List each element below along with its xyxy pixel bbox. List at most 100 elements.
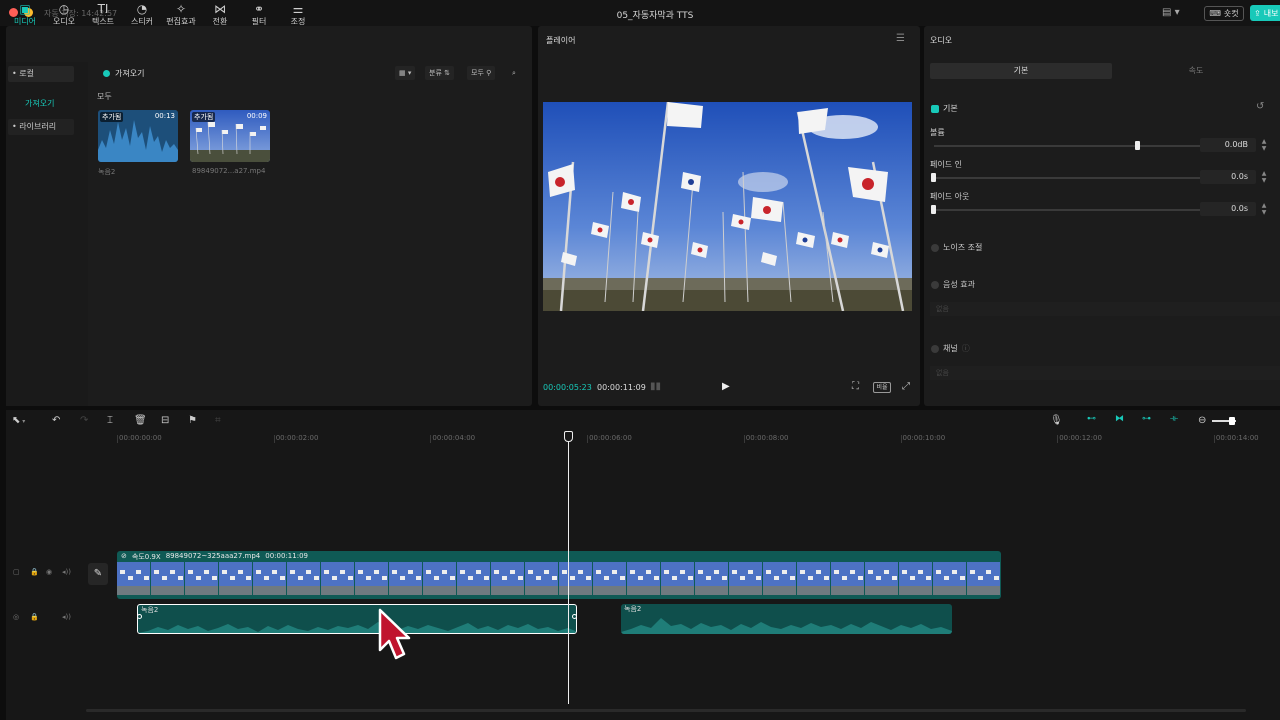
tab-tool-7[interactable]: ⚌ 조정 (279, 2, 317, 27)
trim-handle-left[interactable] (137, 614, 142, 619)
timecode-grid-icon[interactable]: ▮▮ (650, 381, 661, 392)
fade-in-stepper-icon[interactable]: ▲ ▼ (1259, 170, 1269, 184)
fade-in-slider-knob[interactable] (931, 173, 936, 182)
basic-section-toggle[interactable]: 기본 (931, 103, 958, 114)
reset-icon[interactable]: ↺ (1256, 101, 1264, 112)
film-frame (423, 562, 456, 595)
total-timecode: 00:00:11:09 (597, 383, 646, 392)
marker-icon[interactable]: ⚑ (188, 415, 197, 426)
volume-value[interactable]: 0.0dB (1200, 138, 1256, 152)
export-button[interactable]: ⇪ 내보 (1250, 5, 1280, 21)
volume-stepper-icon[interactable]: ▲ ▼ (1259, 138, 1269, 152)
film-frame (491, 562, 524, 595)
sidebar-item-library[interactable]: • 라이브러리 (8, 119, 74, 135)
clip-filmstrip (117, 562, 1000, 595)
film-frame (287, 562, 320, 595)
playhead-handle[interactable] (564, 431, 573, 442)
ratio-button[interactable]: 비율 (873, 382, 891, 393)
timeline-scrollbar[interactable] (86, 709, 1246, 712)
redo-icon[interactable]: ↷ (80, 415, 88, 426)
cover-icon[interactable]: ▢ (13, 568, 20, 576)
delete-icon[interactable]: 🗑 (134, 415, 147, 426)
fit-screen-icon[interactable]: ⛶ (852, 381, 859, 392)
split-icon[interactable]: ⌶ (107, 415, 113, 426)
layout-icon[interactable]: ▤ ▾ (1162, 7, 1184, 19)
video-clip[interactable]: ⊘ 속도0.9X 89849072~325aaa27.mp4 00:00:11:… (117, 551, 1001, 599)
fade-in-value[interactable]: 0.0s (1200, 170, 1256, 184)
preview-axis-icon[interactable]: ⟛ (1170, 414, 1178, 424)
film-frame (933, 562, 966, 595)
tab-tool-0[interactable]: ▣ 미디어 (6, 2, 44, 27)
crop-icon[interactable]: ⌗ (215, 415, 221, 426)
volume-slider-knob[interactable] (1134, 141, 1140, 150)
film-frame (525, 562, 558, 595)
audio-clip-selected[interactable]: 녹음2 (137, 604, 577, 634)
menu-icon[interactable]: ☰ (896, 33, 905, 44)
voice-effect-toggle[interactable]: 음성 효과 (931, 279, 975, 290)
tab-tool-3[interactable]: ◔ 스티커 (123, 2, 161, 27)
tab-speed[interactable]: 속도 (1112, 63, 1280, 79)
volume-slider[interactable] (934, 145, 1208, 147)
filter-button[interactable]: 모두 ⚲ (467, 66, 496, 80)
audio-track-icon[interactable]: ◎ (13, 613, 19, 621)
tab-basic[interactable]: 기본 (930, 63, 1112, 79)
link-track-icon[interactable]: ⊷ (1087, 414, 1096, 424)
speaker-icon[interactable]: ◂)) (62, 568, 71, 576)
tab-tool-2[interactable]: TI 텍스트 (84, 2, 122, 27)
media-item-video[interactable]: 추가됨 00:09 (190, 110, 270, 162)
import-button[interactable]: 가져오기 (103, 68, 144, 79)
video-preview[interactable] (543, 102, 912, 311)
noise-section-toggle[interactable]: 노이즈 조절 (931, 242, 982, 253)
tab-tool-6[interactable]: ⚭ 필터 (240, 2, 278, 27)
added-badge: 추가됨 (192, 112, 216, 122)
select-tool-icon[interactable]: ⬉ ▾ (12, 415, 25, 426)
media-item-name: 녹음2 (98, 168, 116, 176)
tab-tool-1[interactable]: ◷ 오디오 (45, 2, 83, 27)
lock-icon[interactable]: 🔒 (30, 568, 39, 576)
zoom-slider-knob[interactable] (1229, 417, 1235, 425)
search-button[interactable]: ⌕ (508, 66, 520, 80)
media-item-audio[interactable]: 추가됨 00:13 (98, 110, 178, 162)
tab-tool-5[interactable]: ⋈ 전환 (201, 2, 239, 27)
film-frame (627, 562, 660, 595)
trim-handle-right[interactable] (572, 614, 577, 619)
playhead-line[interactable] (568, 432, 569, 704)
lock-icon[interactable]: 🔒 (30, 613, 39, 621)
voice-effect-field[interactable]: 없음 (930, 302, 1280, 316)
film-frame (729, 562, 762, 595)
fade-in-slider[interactable] (934, 177, 1208, 179)
ruler-label: 00:00:10:00 (902, 434, 946, 442)
channel-toggle[interactable]: 채널 ⓘ (931, 343, 970, 354)
fade-out-slider[interactable] (934, 209, 1208, 211)
export-label: 내보 (1263, 8, 1279, 18)
zoom-out-icon[interactable]: ⊖ (1198, 415, 1206, 426)
fade-out-stepper-icon[interactable]: ▲ ▼ (1259, 202, 1269, 216)
sidebar-item-import[interactable]: 가져오기 (8, 96, 74, 112)
channel-field[interactable]: 없음 (930, 366, 1280, 380)
audio-clip[interactable]: 녹음2 (621, 604, 952, 634)
info-icon: ⓘ (961, 344, 970, 353)
edit-cover-icon[interactable]: ✎ (88, 563, 108, 585)
sidebar-item-local[interactable]: • 로컬 (8, 66, 74, 82)
fade-out-slider-knob[interactable] (931, 205, 936, 214)
linkage-icon[interactable]: ⊶ (1142, 414, 1151, 424)
speaker-icon[interactable]: ◂)) (62, 613, 71, 621)
fullscreen-icon[interactable]: ⤢ (902, 381, 910, 392)
sort-button[interactable]: 분류 ⇅ (425, 66, 454, 80)
ruler-tick (1213, 435, 1215, 443)
view-mode-dropdown[interactable]: ▦ ▾ (395, 66, 416, 80)
microphone-icon[interactable]: 🎙 (1050, 415, 1063, 426)
ruler-tick (587, 435, 589, 443)
tool-label: 조정 (290, 17, 306, 26)
shortcut-button[interactable]: ⌨ 숏컷 (1204, 6, 1244, 21)
magnet-icon[interactable]: ⧓ (1115, 414, 1124, 424)
undo-icon[interactable]: ↶ (52, 415, 60, 426)
tool-label: 미디어 (13, 17, 37, 26)
film-frame (457, 562, 490, 595)
export-icon: ⇪ (1254, 8, 1261, 18)
fade-out-value[interactable]: 0.0s (1200, 202, 1256, 216)
freeze-icon[interactable]: ⊟ (161, 415, 169, 426)
tab-tool-4[interactable]: ✧ 편집효과 (162, 2, 200, 27)
eye-icon[interactable]: ◉ (46, 568, 52, 576)
play-button[interactable]: ▶ (722, 381, 730, 392)
